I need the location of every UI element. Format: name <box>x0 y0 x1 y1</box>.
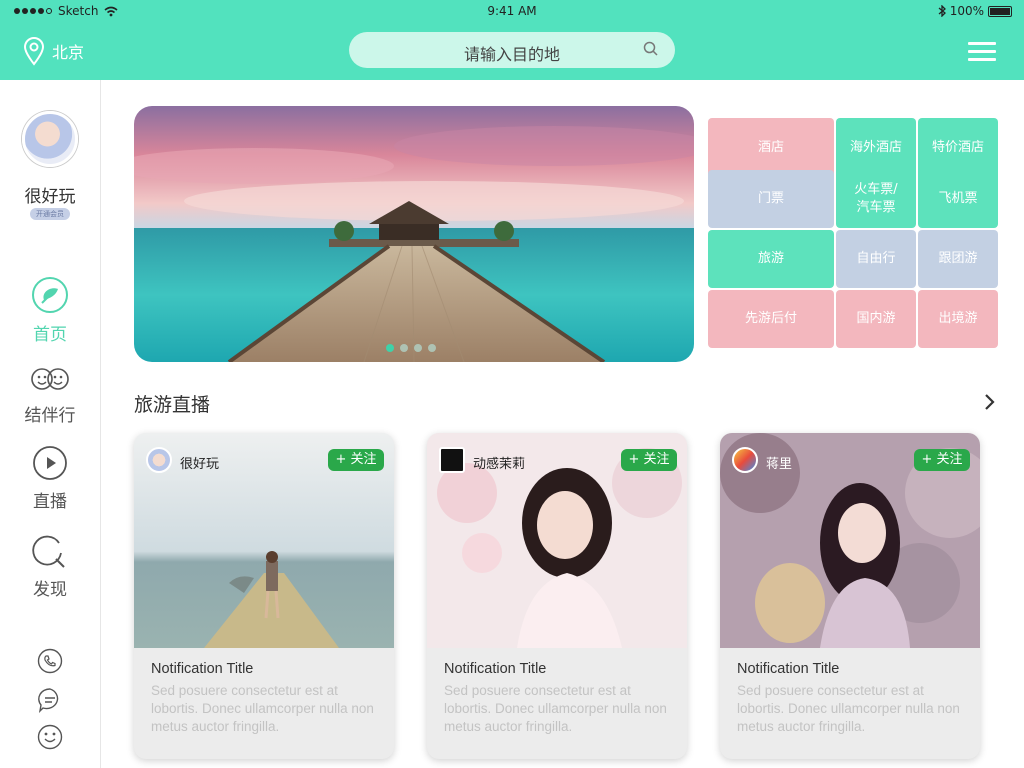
nav-item-home[interactable]: 首页 <box>0 276 100 345</box>
vip-badge[interactable]: 开通会员 <box>30 208 70 220</box>
status-bar: Sketch 9:41 AM 100% <box>0 0 1024 22</box>
follow-button[interactable]: + 关注 <box>914 449 970 471</box>
carousel-dot[interactable] <box>386 344 394 352</box>
location-label: 北京 <box>52 43 85 62</box>
live-card[interactable]: 很好玩 + 关注 Notification Title Sed posuere … <box>134 433 394 759</box>
category-tickets[interactable]: 门票 <box>708 170 834 228</box>
location-pin-icon <box>23 37 45 66</box>
category-label: 门票 <box>757 191 784 206</box>
carousel-indicator[interactable] <box>386 344 436 352</box>
category-outbound[interactable]: 出境游 <box>918 290 998 348</box>
category-train-bus[interactable]: 火车票/ 汽车票 <box>836 170 916 228</box>
nav-item-discover[interactable]: 发现 <box>0 533 100 600</box>
search-icon[interactable] <box>643 41 659 57</box>
card-username: 蒋里 <box>766 457 793 472</box>
home-icon <box>32 277 68 313</box>
hamburger-menu-icon[interactable] <box>968 42 996 62</box>
category-discount-hotel[interactable]: 特价酒店 <box>918 118 998 178</box>
nav-item-companions[interactable]: 结伴行 <box>0 365 100 426</box>
category-flights[interactable]: 飞机票 <box>918 170 998 228</box>
card-body: Sed posuere consectetur est at lobortis.… <box>737 683 960 734</box>
nav-label-home: 首页 <box>33 325 67 345</box>
chat-icon[interactable] <box>37 687 63 713</box>
nav-label-companions: 结伴行 <box>24 406 76 426</box>
header-bar: Sketch 9:41 AM 100% 北京 请输入目的地 <box>0 0 1024 80</box>
category-label: 自由行 <box>856 251 896 266</box>
follow-button[interactable]: + 关注 <box>328 449 384 471</box>
category-label: 旅游 <box>757 251 784 266</box>
category-label: 国内游 <box>856 311 896 326</box>
username: 很好玩 <box>24 187 76 207</box>
smile-icon[interactable] <box>37 724 63 750</box>
card-username: 动感茉莉 <box>473 457 526 472</box>
category-pay-later[interactable]: 先游后付 <box>708 290 834 348</box>
card-title: Notification Title <box>737 661 840 677</box>
category-travel[interactable]: 旅游 <box>708 230 834 288</box>
card-user-avatar[interactable] <box>439 447 465 473</box>
category-label: 海外酒店 <box>849 140 902 155</box>
category-domestic[interactable]: 国内游 <box>836 290 916 348</box>
live-card[interactable]: 蒋里 + 关注 Notification Title Sed posuere c… <box>720 433 980 759</box>
category-label: 出境游 <box>938 311 978 326</box>
nav-item-live[interactable]: 直播 <box>0 445 100 512</box>
chevron-right-icon[interactable] <box>984 393 996 411</box>
phone-icon[interactable] <box>37 648 63 674</box>
companions-icon <box>31 368 69 390</box>
bluetooth-icon <box>938 5 946 17</box>
card-user-avatar[interactable] <box>732 447 758 473</box>
follow-button[interactable]: + 关注 <box>621 449 677 471</box>
category-independent[interactable]: 自由行 <box>836 230 916 288</box>
search-input[interactable]: 请输入目的地 <box>349 32 675 68</box>
category-label: 先游后付 <box>744 311 797 326</box>
sidebar: 很好玩 开通会员 首页 结伴行 直播 发现 <box>0 80 101 768</box>
status-time: 9:41 AM <box>487 4 537 18</box>
card-title: Notification Title <box>151 661 254 677</box>
category-label: 酒店 <box>757 140 784 155</box>
discover-icon <box>32 535 65 568</box>
card-title: Notification Title <box>444 661 547 677</box>
banner-image <box>134 106 694 362</box>
search-placeholder: 请输入目的地 <box>463 45 560 64</box>
category-label: 特价酒店 <box>931 140 984 155</box>
carousel-dot[interactable] <box>428 344 436 352</box>
card-user-avatar[interactable] <box>146 447 172 473</box>
category-label: 火车票/ 汽车票 <box>854 182 898 215</box>
category-group-tour[interactable]: 跟团游 <box>918 230 998 288</box>
nav-label-discover: 发现 <box>33 580 67 600</box>
category-hotel[interactable]: 酒店 <box>708 118 834 178</box>
category-label: 跟团游 <box>938 251 978 266</box>
location-selector[interactable]: 北京 <box>22 36 84 66</box>
section-title-live: 旅游直播 <box>134 394 211 416</box>
live-card[interactable]: 动感茉莉 + 关注 Notification Title Sed posuere… <box>427 433 687 759</box>
card-body: Sed posuere consectetur est at lobortis.… <box>151 683 374 734</box>
carousel-dot[interactable] <box>400 344 408 352</box>
category-label: 飞机票 <box>938 191 978 206</box>
card-body: Sed posuere consectetur est at lobortis.… <box>444 683 667 734</box>
avatar[interactable] <box>22 111 78 167</box>
nav-label-live: 直播 <box>33 492 67 512</box>
live-play-icon <box>33 446 67 480</box>
carousel-dot[interactable] <box>414 344 422 352</box>
battery-percent: 100% <box>949 4 984 18</box>
card-username: 很好玩 <box>180 457 220 472</box>
status-right: 100% <box>938 4 1012 18</box>
category-overseas-hotel[interactable]: 海外酒店 <box>836 118 916 178</box>
hero-banner[interactable] <box>134 106 694 362</box>
battery-icon <box>988 5 1012 17</box>
